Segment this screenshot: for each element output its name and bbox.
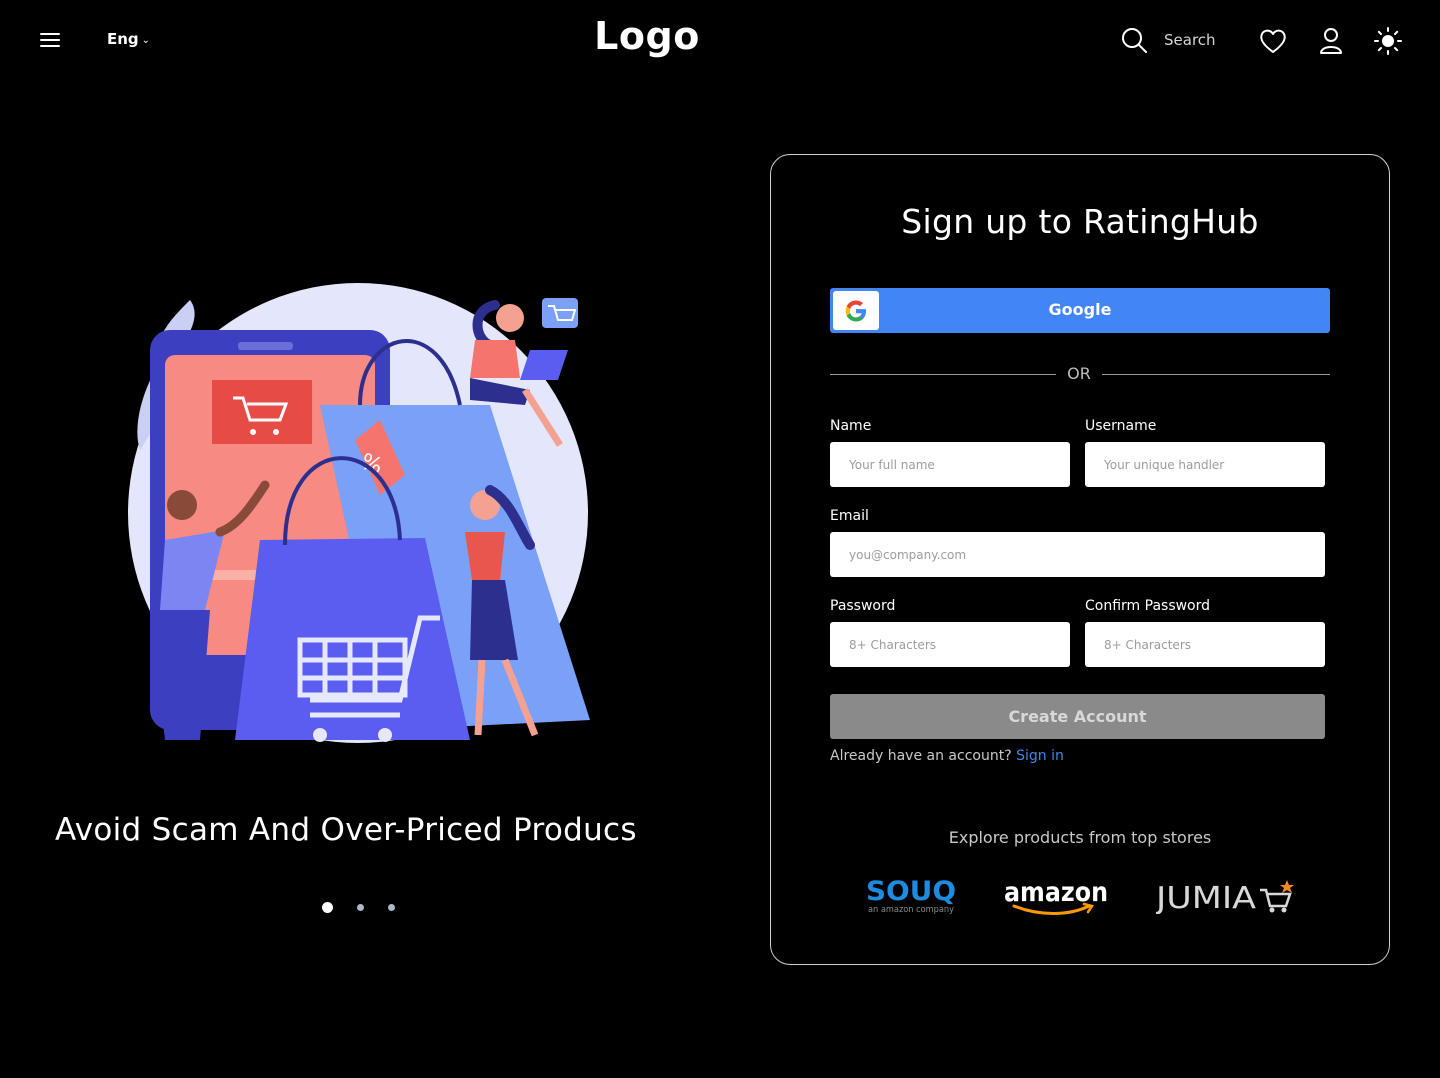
or-divider: OR: [830, 364, 1330, 384]
carousel-dots: [322, 902, 395, 913]
souq-logo[interactable]: SOUQ an amazon company: [866, 874, 961, 916]
chevron-down-icon: ⌄: [141, 35, 151, 46]
language-label: Eng: [107, 30, 139, 48]
carousel-dot-1[interactable]: [322, 902, 333, 913]
google-signup-button[interactable]: Google: [830, 288, 1330, 333]
email-label: Email: [830, 508, 869, 524]
shopping-illustration: %: [128, 283, 590, 743]
google-button-label: Google: [1048, 300, 1112, 319]
amazon-logo[interactable]: amazon: [1004, 876, 1110, 916]
language-selector[interactable]: Eng ⌄: [107, 30, 150, 48]
confirm-password-label: Confirm Password: [1085, 598, 1211, 614]
search-label: Search: [1164, 31, 1216, 49]
souq-logo-text: SOUQ: [866, 876, 956, 907]
password-label: Password: [830, 598, 896, 614]
already-text: Already have an account?: [830, 748, 1012, 764]
souq-logo-subtext: an amazon company: [868, 905, 955, 915]
username-input[interactable]: [1085, 442, 1325, 487]
or-label: OR: [1067, 364, 1091, 383]
carousel-dot-2[interactable]: [357, 904, 364, 911]
name-input[interactable]: [830, 442, 1070, 487]
signin-link[interactable]: Sign in: [1016, 748, 1064, 764]
create-account-button[interactable]: Create Account: [830, 694, 1325, 739]
heart-icon[interactable]: [1258, 26, 1288, 56]
jumia-logo-text: JUMIA: [1156, 881, 1257, 914]
hero-tagline: Avoid Scam And Over-Priced Producs: [55, 812, 637, 848]
carousel-dot-3[interactable]: [388, 904, 395, 911]
email-input[interactable]: [830, 532, 1325, 577]
search-button[interactable]: Search: [1120, 26, 1216, 54]
name-label: Name: [830, 418, 872, 434]
username-label: Username: [1085, 418, 1157, 434]
sun-theme-toggle-icon[interactable]: [1373, 26, 1403, 56]
top-navbar: Eng ⌄ Logo Search: [0, 0, 1440, 82]
signin-prompt: Already have an account? Sign in: [830, 748, 1064, 764]
amazon-logo-text: amazon: [1004, 877, 1108, 908]
hamburger-menu-icon[interactable]: [38, 30, 62, 52]
search-icon: [1122, 28, 1147, 53]
stores-heading: Explore products from top stores: [948, 828, 1212, 847]
signup-title: Sign up to RatingHub: [901, 202, 1259, 241]
site-logo[interactable]: Logo: [560, 14, 734, 58]
password-input[interactable]: [830, 622, 1070, 667]
confirm-password-input[interactable]: [1085, 622, 1325, 667]
user-account-icon[interactable]: [1316, 26, 1346, 56]
jumia-logo[interactable]: JUMIA: [1156, 878, 1294, 914]
